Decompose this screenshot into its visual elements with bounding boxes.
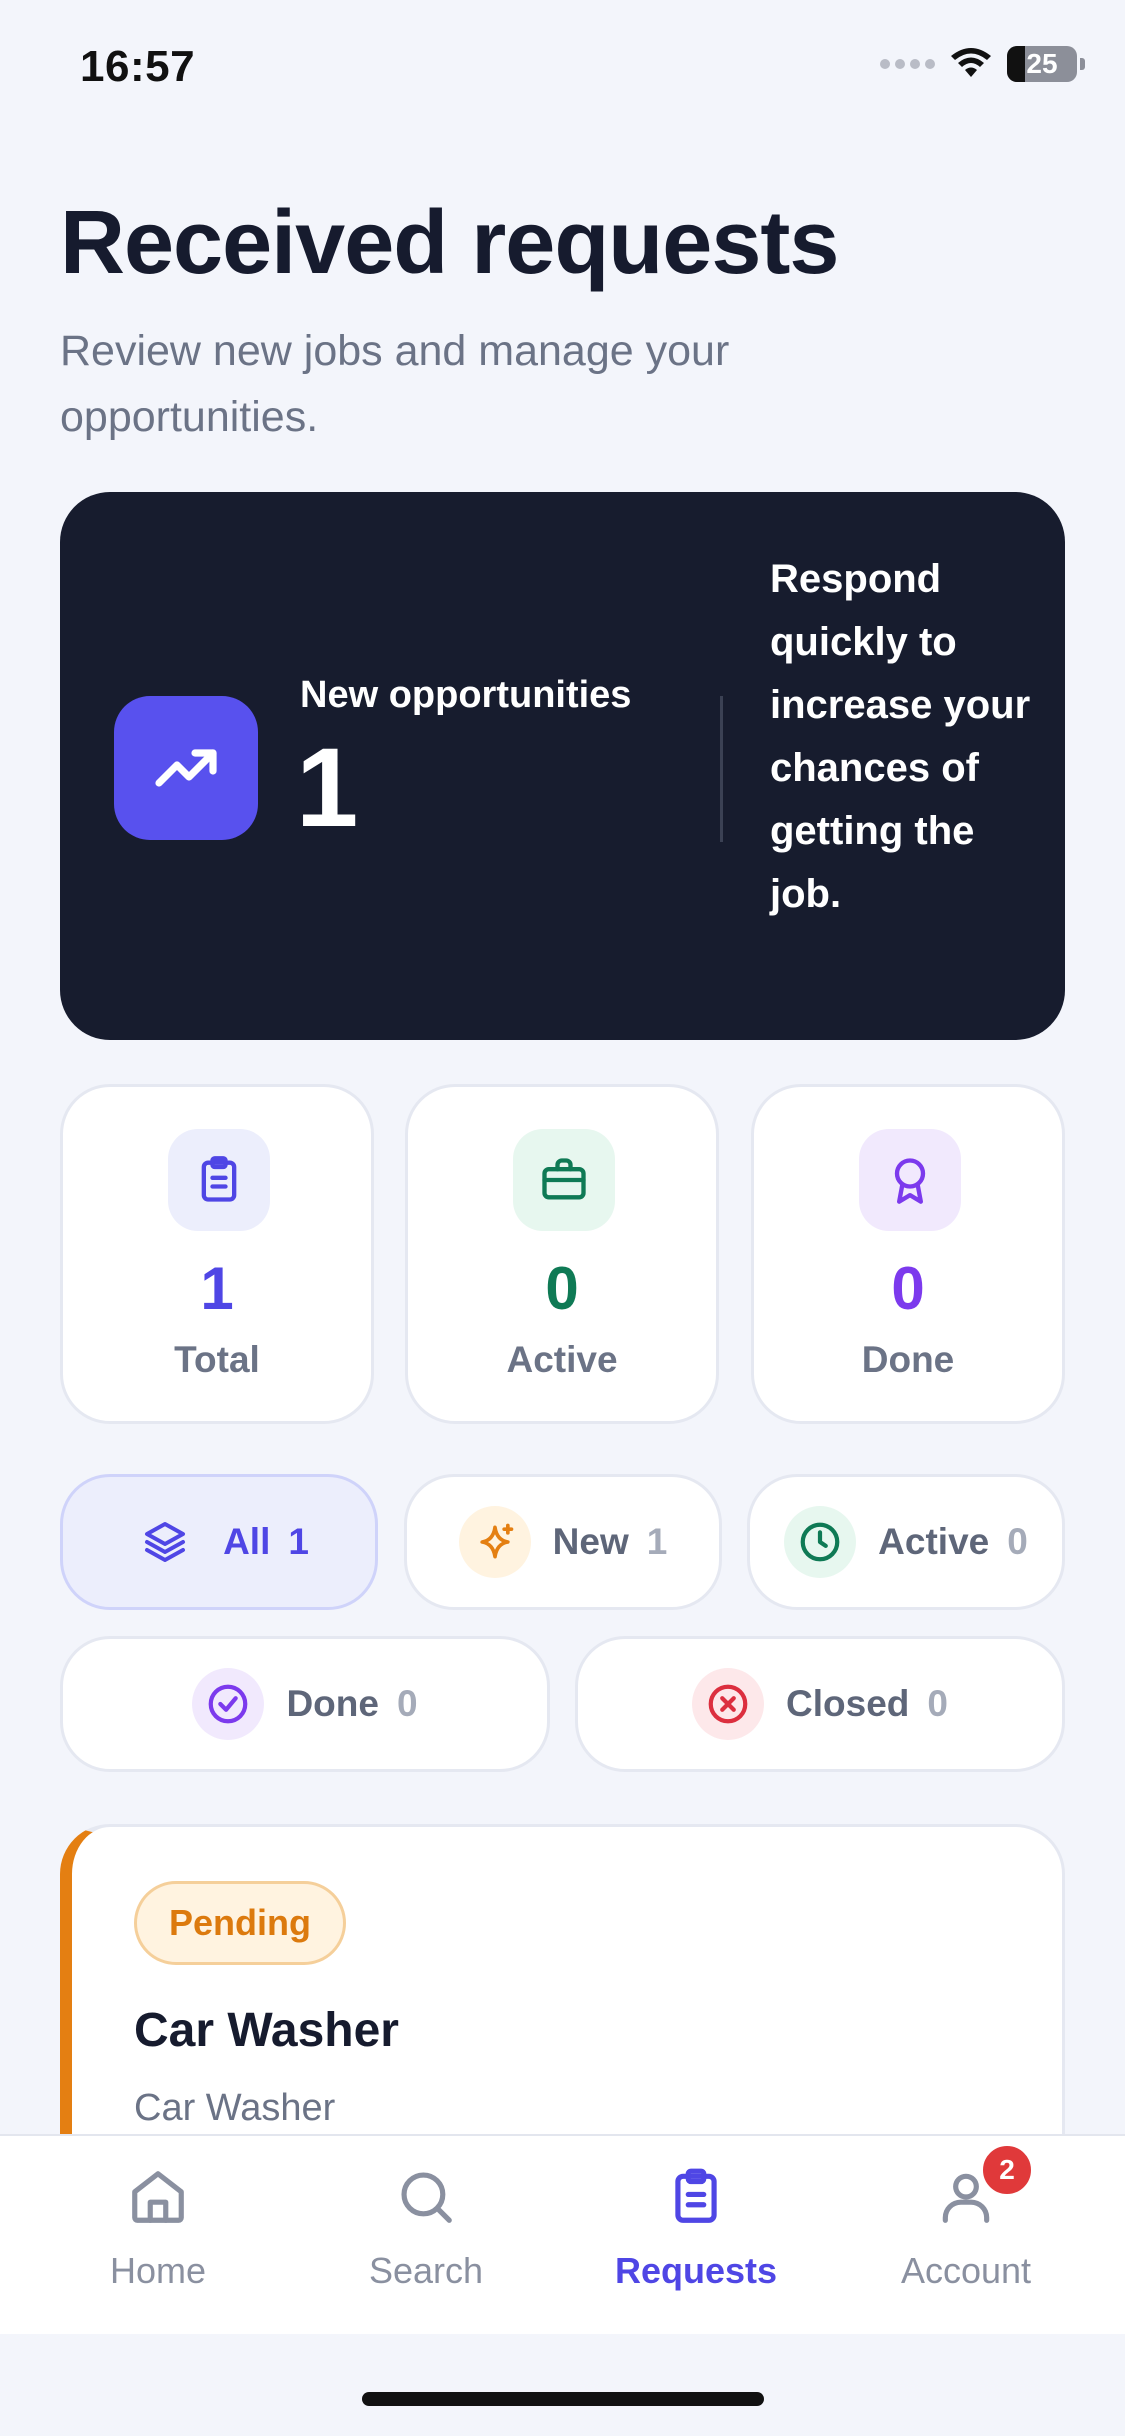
briefcase-icon	[513, 1129, 615, 1231]
filter-chip-active[interactable]: Active 0	[747, 1474, 1065, 1610]
divider	[720, 696, 723, 842]
nav-label: Search	[368, 2250, 484, 2291]
nav-label: Requests	[614, 2250, 778, 2291]
clock-icon	[784, 1506, 857, 1578]
filter-chip-new[interactable]: New 1	[404, 1474, 722, 1610]
stat-done-label: Done	[861, 1339, 955, 1380]
search-icon	[391, 2162, 461, 2232]
nav-item-search[interactable]: Search	[316, 2162, 536, 2312]
filter-chip-count: 0	[396, 1683, 418, 1724]
cellular-signal-icon	[880, 59, 935, 69]
page-title: Received requests	[60, 193, 839, 293]
stat-active-card: 0 Active	[405, 1084, 719, 1424]
filter-chip-all[interactable]: All 1	[60, 1474, 378, 1610]
layers-icon	[129, 1506, 201, 1578]
trending-up-icon	[114, 696, 258, 840]
request-subtitle: Car Washer	[134, 2087, 336, 2129]
filter-chip-done[interactable]: Done 0	[60, 1636, 550, 1772]
filter-chip-closed[interactable]: Closed 0	[575, 1636, 1065, 1772]
filter-chip-label: New	[552, 1521, 629, 1562]
filter-chip-label: All	[223, 1521, 271, 1562]
stat-total-value: 1	[200, 1255, 234, 1322]
status-indicators: 25	[880, 46, 1085, 82]
nav-label: Account	[900, 2250, 1032, 2291]
clipboard-list-icon	[661, 2162, 731, 2232]
page-subtitle: Review new jobs and manage your opportun…	[60, 327, 730, 441]
new-opportunities-count: 1	[296, 725, 359, 850]
stat-total-card: 1 Total	[60, 1084, 374, 1424]
response-tip: Respond quickly to increase your chances…	[770, 557, 1031, 916]
status-time: 16:57	[80, 42, 196, 91]
filter-chip-count: 1	[288, 1521, 309, 1562]
filter-chip-count: 1	[646, 1521, 668, 1562]
wifi-icon	[951, 48, 991, 77]
nav-label: Home	[109, 2250, 207, 2291]
opportunities-summary-card: New opportunities 1 Respond quickly to i…	[60, 492, 1065, 1040]
bottom-navigation: Home Search Requests 2 Account	[0, 2134, 1125, 2334]
new-opportunities-label: New opportunities	[300, 674, 632, 716]
stat-done-value: 0	[891, 1255, 925, 1322]
status-bar: 16:57 25	[0, 0, 1125, 140]
stat-active-value: 0	[545, 1255, 579, 1322]
battery-tip	[1080, 58, 1085, 70]
battery-icon: 25	[1007, 46, 1077, 82]
notification-badge: 2	[979, 2142, 1035, 2198]
user-icon: 2	[931, 2142, 1035, 2232]
sparkles-icon	[458, 1506, 531, 1578]
nav-item-account[interactable]: 2 Account	[856, 2142, 1076, 2312]
home-indicator	[362, 2392, 764, 2406]
clipboard-list-icon	[168, 1129, 270, 1231]
check-circle-icon	[192, 1668, 265, 1740]
stat-total-label: Total	[174, 1339, 260, 1380]
status-badge: Pending	[134, 1881, 346, 1965]
stat-active-label: Active	[506, 1339, 618, 1380]
home-icon	[123, 2162, 193, 2232]
filter-chip-count: 0	[927, 1683, 948, 1724]
nav-item-requests[interactable]: Requests	[586, 2162, 806, 2312]
stat-done-card: 0 Done	[751, 1084, 1065, 1424]
filter-chip-label: Closed	[786, 1683, 910, 1724]
award-icon	[859, 1129, 961, 1231]
filter-chip-count: 0	[1007, 1521, 1028, 1562]
filter-chip-label: Active	[878, 1521, 990, 1562]
request-title: Car Washer	[134, 2004, 399, 2057]
battery-level: 25	[1026, 48, 1058, 79]
filter-chip-label: Done	[286, 1683, 379, 1724]
x-circle-icon	[692, 1668, 765, 1740]
nav-item-home[interactable]: Home	[48, 2162, 268, 2312]
